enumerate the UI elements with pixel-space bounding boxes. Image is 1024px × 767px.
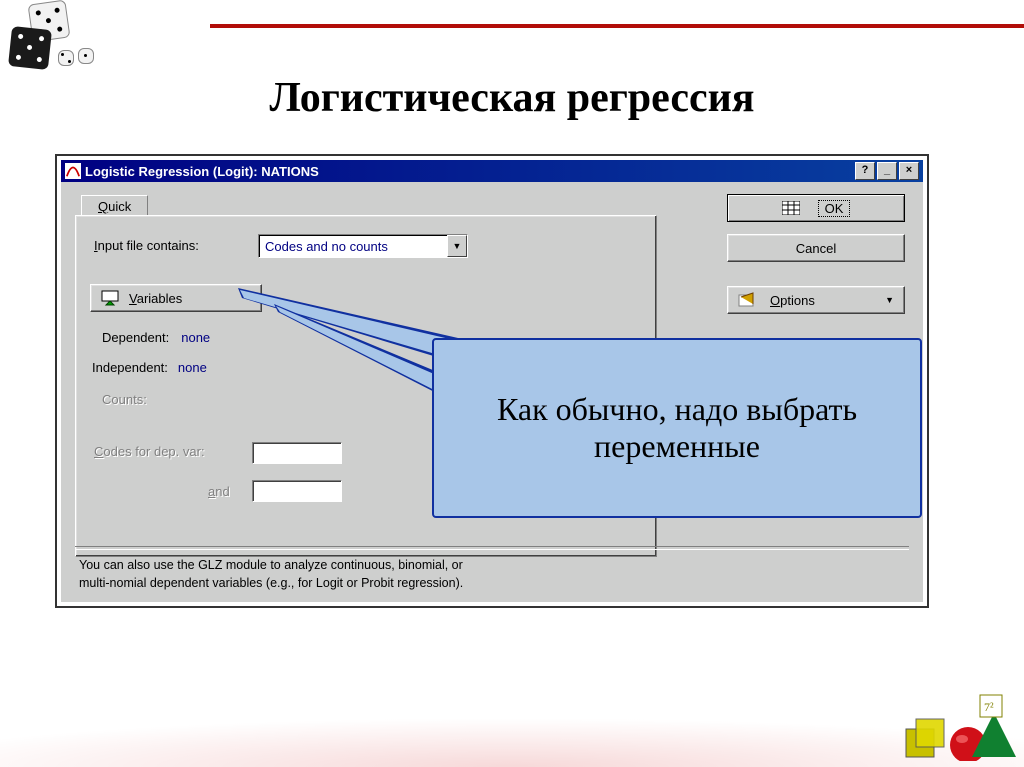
hint-text: You can also use the GLZ module to analy… xyxy=(79,556,905,592)
slide-title: Логистическая регрессия xyxy=(0,74,1024,122)
chevron-down-icon: ▼ xyxy=(885,295,894,305)
options-button[interactable]: Options ▼ xyxy=(727,286,905,314)
input-file-combo[interactable]: Codes and no counts ▼ xyxy=(258,234,468,258)
annotation-callout: Как обычно, надо выбрать переменные xyxy=(432,338,922,518)
window-title: Logistic Regression (Logit): NATIONS xyxy=(85,164,319,179)
slide-accent-bar xyxy=(210,24,1024,28)
codes-input-2[interactable] xyxy=(252,480,342,502)
cancel-button[interactable]: Cancel xyxy=(727,234,905,262)
counts-label: Counts: xyxy=(102,392,147,407)
dependent-value: none xyxy=(181,330,210,345)
chevron-down-icon[interactable]: ▼ xyxy=(447,235,467,257)
separator xyxy=(75,546,909,550)
independent-label: Independent: xyxy=(92,360,168,375)
input-file-value: Codes and no counts xyxy=(259,239,447,254)
codes-label: Codes for dep. var: xyxy=(94,444,205,459)
decorative-shapes-icon: 7² xyxy=(898,689,1018,761)
input-file-label: Input file contains: xyxy=(94,238,199,253)
codes-input-1[interactable] xyxy=(252,442,342,464)
independent-value: none xyxy=(178,360,207,375)
help-button[interactable]: ? xyxy=(855,162,875,180)
title-bar[interactable]: Logistic Regression (Logit): NATIONS ? _… xyxy=(61,160,923,182)
options-icon xyxy=(738,292,756,308)
svg-text:7²: 7² xyxy=(984,700,994,714)
close-button[interactable]: × xyxy=(899,162,919,180)
variables-button[interactable]: Variables xyxy=(90,284,262,312)
app-icon xyxy=(65,163,81,179)
slide-bottom-gradient xyxy=(0,697,1024,767)
minimize-button[interactable]: _ xyxy=(877,162,897,180)
variables-icon xyxy=(101,290,119,306)
dependent-label: Dependent: xyxy=(102,330,169,345)
ok-button[interactable]: OK xyxy=(727,194,905,222)
tab-strip: Quick xyxy=(81,194,148,217)
decorative-dice-icon xyxy=(0,0,110,70)
and-label: and xyxy=(208,484,230,499)
summary-icon xyxy=(782,200,800,216)
